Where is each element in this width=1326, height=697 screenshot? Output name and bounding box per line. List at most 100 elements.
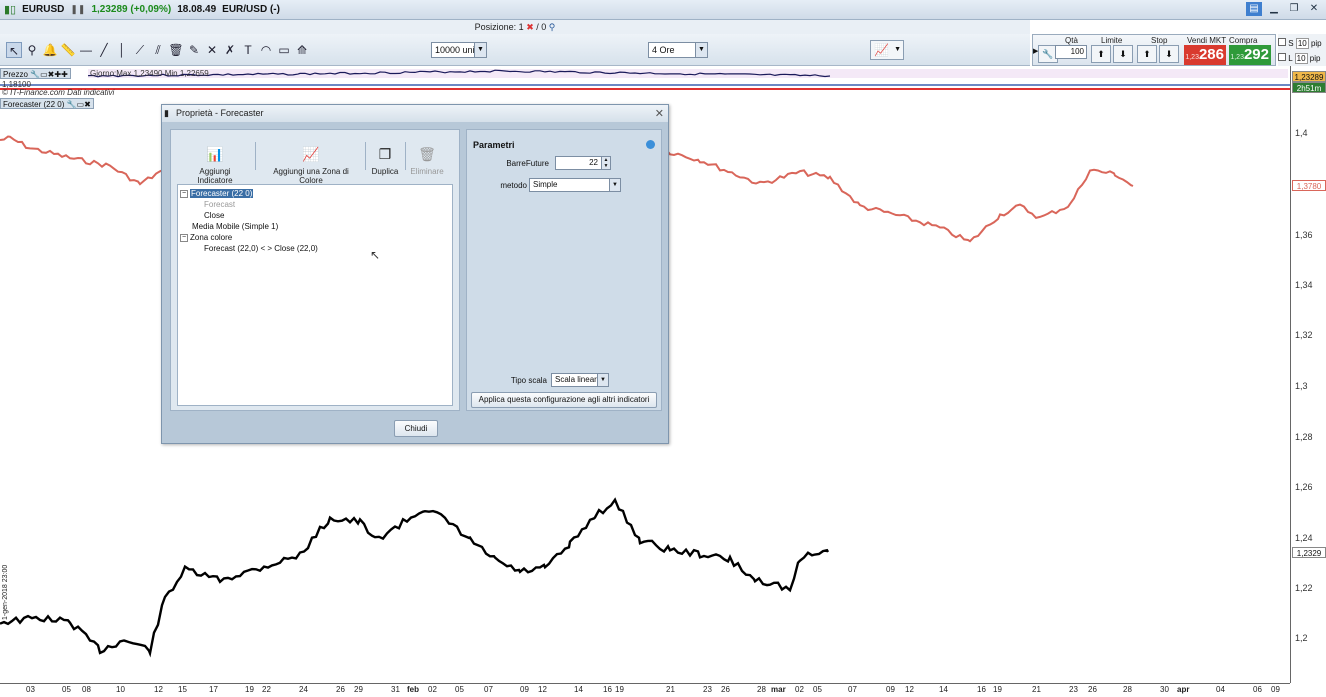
chevron-down-icon: ▼ [597, 374, 608, 386]
ruler-icon[interactable]: 📏 [60, 42, 76, 58]
pair-label: EUR/USD (-) [222, 4, 280, 15]
pattern-tool-icon[interactable]: ⟰ [294, 42, 310, 58]
qty-input[interactable]: 100 [1055, 45, 1087, 59]
x-tick-label: 14 [939, 685, 948, 694]
stop-buy-button[interactable]: ⬆ [1137, 45, 1157, 63]
x-tick-label: 26 [1088, 685, 1097, 694]
fibonacci-icon[interactable]: ✕ [204, 42, 220, 58]
x-tick-label: 05 [62, 685, 71, 694]
horizontal-line-icon[interactable]: — [78, 42, 94, 58]
pause-icon[interactable]: ❚❚ [70, 4, 85, 15]
arc-tool-icon[interactable]: ◠ [258, 42, 274, 58]
s-checkbox[interactable] [1278, 38, 1286, 46]
pointer-tool-icon[interactable]: ↖ [6, 42, 22, 58]
indicators-icon: 📈 [874, 43, 889, 57]
trend-line-icon[interactable]: ╱ [96, 42, 112, 58]
duplicate-icon: ❐ [378, 146, 392, 162]
tree-node[interactable]: Close [204, 211, 224, 220]
alert-bell-icon[interactable]: 🔔 [42, 42, 58, 58]
vertical-date-label: 1-gen-2018 23:00 [2, 564, 9, 620]
x-tick-label: 16 [977, 685, 986, 694]
timeframe-select[interactable]: 4 Ore ▼ [648, 42, 708, 58]
trash-icon[interactable]: 🗑 [168, 42, 184, 58]
close-icon[interactable]: ✕ [655, 106, 664, 123]
zoom-tool-icon[interactable]: ⚲ [24, 42, 40, 58]
barre-future-input[interactable]: 22 ▲ ▼ [555, 156, 611, 170]
close-window-icon[interactable]: ✕ [1306, 2, 1322, 16]
magnet-icon[interactable]: ✎ [186, 42, 202, 58]
x-tick-label: 12 [905, 685, 914, 694]
pane-tools-icon[interactable]: 🔧▭✖ [67, 100, 91, 109]
keyboard-icon[interactable]: ▤ [1246, 2, 1262, 16]
minimize-icon[interactable]: ▁ [1266, 2, 1282, 16]
pane-tools-icon[interactable]: 🔧▭✖✚✚ [30, 70, 68, 79]
tree-node[interactable]: Forecast (22,0) < > Close (22,0) [204, 244, 318, 253]
x-tick-label: 04 [1216, 685, 1225, 694]
scala-select[interactable]: Scala lineare ▼ [551, 373, 609, 387]
dialog-title-bar[interactable]: ▮ Proprietà - Forecaster ✕ [162, 105, 668, 122]
buy-mkt-button[interactable]: 1,23292 [1229, 45, 1271, 65]
vertical-line-icon[interactable]: │ [114, 42, 130, 58]
close-dialog-button[interactable]: Chiudi [394, 420, 438, 437]
collapse-icon[interactable]: − [180, 189, 188, 198]
time-axis[interactable]: 03 05 08 10 12 15 17 19 22 24 26 29 31 feb 02 05 07 09 12 1… [0, 683, 1290, 697]
drawing-toolbar: ↖ ⚲ 🔔 📏 — ╱ │ ⟋ ⫽ 🗑 ✎ ✕ ✗ T ◠ ▭ ⟰ 10000 … [0, 34, 1030, 66]
order-panel: ▶ 🔧 Qtà 100 Limite ⬆ ⬇ Stop ⬆ ⬇ Vendi MK… [1032, 34, 1276, 66]
trash-icon: 🗑 [418, 146, 436, 162]
limit-buy-button[interactable]: ⬆ [1091, 45, 1111, 63]
units-select[interactable]: 10000 unità ▼ [431, 42, 487, 58]
symbol-label[interactable]: EURUSD [22, 4, 64, 15]
spinner-icon[interactable]: ▲ ▼ [601, 157, 610, 169]
x-tick-label: 21 [666, 685, 675, 694]
add-indicator-button[interactable]: 📊 Aggiungi Indicatore [181, 144, 249, 185]
add-color-zone-button[interactable]: 📈 Aggiungi una Zona di Colore [263, 144, 359, 185]
tree-node[interactable]: − Zona colore [180, 233, 232, 242]
x-tick-label: 22 [262, 685, 271, 694]
collapse-icon[interactable]: − [180, 233, 188, 242]
tree-node[interactable]: Forecast [204, 200, 235, 209]
chart-icon[interactable]: ▮▯ [4, 3, 16, 16]
x-tick-label: 24 [299, 685, 308, 694]
cross-lines-icon[interactable]: ✗ [222, 42, 238, 58]
y-tick-label: 1,36 [1295, 230, 1313, 240]
price-pane-label: Prezzo [3, 70, 28, 79]
price-pane-tag[interactable]: Prezzo 🔧▭✖✚✚ [0, 68, 71, 79]
text-tool-icon[interactable]: T [240, 42, 256, 58]
tree-node[interactable]: Media Mobile (Simple 1) [192, 222, 278, 231]
duplicate-button[interactable]: ❐ Duplica [369, 144, 401, 176]
position-value-2: 0 [541, 22, 547, 32]
separator [405, 142, 406, 170]
limit-sell-button[interactable]: ⬇ [1113, 45, 1133, 63]
channel-icon[interactable]: ⫽ [150, 42, 166, 58]
y-tick-label: 1,24 [1295, 533, 1313, 543]
delete-button[interactable]: 🗑 Eliminare [407, 144, 447, 176]
rectangle-tool-icon[interactable]: ▭ [276, 42, 292, 58]
forecaster-pane-tag[interactable]: Forecaster (22 0) 🔧▭✖ [0, 98, 94, 109]
l-value-input[interactable]: 10 [1294, 53, 1308, 64]
apply-config-button[interactable]: Applica questa configurazione agli altri… [471, 392, 657, 408]
close-position-icon[interactable]: ✖ [526, 22, 534, 32]
l-checkbox[interactable] [1278, 53, 1286, 61]
chevron-down-icon: ▼ [474, 43, 486, 57]
y-tick-label: 1,4 [1295, 128, 1308, 138]
sell-mkt-button[interactable]: 1,23286 [1184, 45, 1226, 65]
tree-node[interactable]: − Forecaster (22 0) [180, 189, 254, 198]
help-icon[interactable] [646, 140, 655, 149]
barre-future-label: BarreFuture [506, 159, 549, 168]
s-value-input[interactable]: 10 [1295, 38, 1309, 49]
restore-icon[interactable]: ❐ [1286, 2, 1302, 16]
metodo-select[interactable]: Simple ▼ [529, 178, 621, 192]
delete-label: Eliminare [410, 167, 444, 176]
title-bar: ▮▯ EURUSD ❚❚ 1,23289 (+0,09%) 18.08.49 E… [0, 0, 1326, 20]
price-axis[interactable]: 1,23289 2h51m 1,41,381,361,341,321,31,28… [1290, 66, 1326, 683]
barre-future-value: 22 [589, 158, 598, 167]
search-icon[interactable]: ⚲ [549, 22, 556, 32]
stop-sell-button[interactable]: ⬇ [1159, 45, 1179, 63]
window-controls: ▤ ▁ ❐ ✕ [1246, 2, 1322, 16]
indicators-menu-button[interactable]: 📈 ▼ [870, 40, 904, 60]
x-tick-label: 19 [245, 685, 254, 694]
indicator-tree: − Forecaster (22 0) Forecast Close Media Mob… [177, 184, 453, 406]
chevron-down-icon: ▼ [894, 46, 901, 53]
ray-line-icon[interactable]: ⟋ [132, 42, 148, 58]
time-label: 18.08.49 [177, 4, 217, 15]
